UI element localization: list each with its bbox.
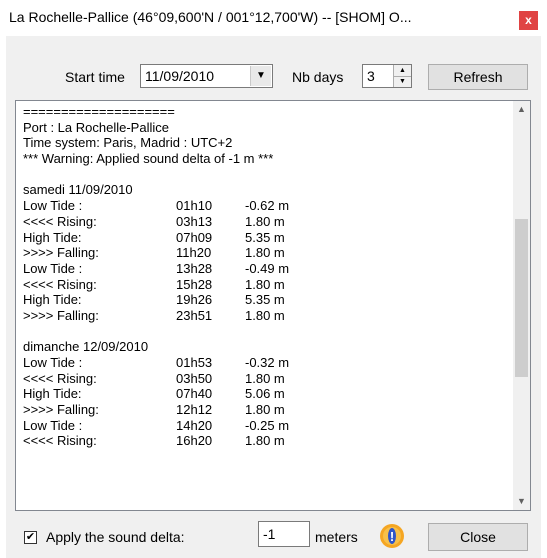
report-cell-b: 03h50 [176,370,213,386]
info-button[interactable]: ! [377,521,407,551]
report-cell-b: 01h10 [176,198,213,214]
report-cell-b: 15h28 [176,276,213,292]
report-line: Low Tide : 13h28 -0.49 m [23,261,509,277]
refresh-button[interactable]: Refresh [428,64,528,90]
report-cell-c: 1.80 m [245,402,285,418]
report-line: >>>> Falling: 12h12 1.80 m [23,402,509,418]
report-cell-b: 07h09 [176,229,213,245]
report-cell-c: 1.80 m [245,307,285,323]
report-cell-a: Low Tide : [23,355,83,370]
report-line: *** Warning: Applied sound delta of -1 m… [23,151,509,167]
report-line: <<<< Rising: 16h20 1.80 m [23,433,509,449]
report-cell-b: 14h20 [176,417,213,433]
report-line: Port : La Rochelle-Pallice [23,120,509,136]
report-cell-a: Time system: Paris, Madrid : UTC+2 [23,135,233,151]
report-cell-a: Low Tide : [23,260,83,276]
report-cell-a: <<<< Rising: [23,213,97,229]
report-cell-a: Port : La Rochelle-Pallice [23,119,169,135]
report-cell-a: >>>> Falling: [23,402,99,418]
report-cell-a: >>>> Falling: [23,307,99,323]
report-cell-a: ==================== [23,104,175,119]
report-cell-a: High Tide: [23,292,82,308]
report-line: <<<< Rising: 15h28 1.80 m [23,277,509,293]
report-line [23,324,509,340]
scroll-down-icon[interactable]: ▼ [513,493,530,510]
nb-days-spinner[interactable]: 3 ▲ ▼ [362,64,412,88]
report-cell-b: 12h12 [176,402,213,418]
report-line: >>>> Falling: 23h51 1.80 m [23,308,509,324]
meters-unit-label: meters [315,529,358,545]
report-cell-c: -0.32 m [245,355,290,370]
report-line: Time system: Paris, Madrid : UTC+2 [23,135,509,151]
report-cell-b: 11h20 [176,245,212,261]
report-line: High Tide: 19h26 5.35 m [23,292,509,308]
report-cell-c: 1.80 m [245,213,285,229]
report-line: samedi 11/09/2010 [23,182,509,198]
report-cell-b: 07h40 [176,386,213,402]
spin-buttons: ▲ ▼ [393,65,411,87]
report-cell-b: 01h53 [176,355,213,370]
apply-delta-checkbox[interactable]: ✔ [24,531,37,544]
tide-report-textarea[interactable]: ==================== Port : La Rochelle-P… [15,100,531,511]
report-line: >>>> Falling: 11h20 1.80 m [23,245,509,261]
report-cell-a: Low Tide : [23,198,83,214]
chevron-down-icon[interactable]: ▼ [250,66,271,86]
report-line [23,167,509,183]
report-line: Low Tide : 01h10 -0.62 m [23,198,509,214]
sound-delta-input[interactable]: -1 [258,521,310,547]
report-cell-a: >>>> Falling: [23,245,99,261]
start-time-combobox[interactable]: 11/09/2010 ▼ [140,64,273,88]
report-cell-b: 23h51 [176,307,213,323]
start-time-value: 11/09/2010 [145,68,215,84]
start-time-label: Start time [65,69,125,85]
report-line: <<<< Rising: 03h50 1.80 m [23,371,509,387]
info-glyph: ! [390,529,394,544]
report-cell-c: 1.80 m [245,433,285,449]
tide-report-lines: ==================== Port : La Rochelle-P… [23,104,509,449]
report-cell-c: 1.80 m [245,276,285,292]
report-cell-b: 19h26 [176,292,213,308]
report-cell-c: 5.35 m [245,292,285,308]
report-cell-c: -0.62 m [245,198,290,214]
report-cell-c: -0.49 m [245,260,290,276]
report-cell-b: 16h20 [176,433,213,449]
report-cell-b: 13h28 [176,260,213,276]
report-cell-c: -0.25 m [245,417,290,433]
report-cell-b: 03h13 [176,213,213,229]
report-cell-a: <<<< Rising: [23,276,97,292]
scroll-up-icon[interactable]: ▲ [513,101,530,118]
report-line: Low Tide : 01h53 -0.32 m [23,355,509,371]
report-cell-a: samedi 11/09/2010 [23,182,133,198]
report-line: <<<< Rising: 03h13 1.80 m [23,214,509,230]
spin-down-icon[interactable]: ▼ [394,76,411,87]
info-icon: ! [380,524,404,548]
report-line: High Tide: 07h40 5.06 m [23,386,509,402]
window-close-button[interactable]: x [519,11,538,30]
report-cell-c: 5.35 m [245,229,285,245]
report-line: ==================== [23,104,509,120]
report-cell-a: <<<< Rising: [23,433,97,449]
report-line: Low Tide : 14h20 -0.25 m [23,418,509,434]
vertical-scrollbar[interactable]: ▲ ▼ [513,101,530,510]
report-line: dimanche 12/09/2010 [23,339,509,355]
checkmark-icon: ✔ [25,531,36,543]
report-cell-a: High Tide: [23,386,82,402]
report-cell-a: *** Warning: Applied sound delta of -1 m… [23,151,274,167]
report-cell-c: 5.06 m [245,386,285,402]
report-cell-a: High Tide: [23,229,82,245]
apply-delta-label: Apply the sound delta: [46,529,185,545]
report-cell-c: 1.80 m [245,370,285,386]
report-cell-a: dimanche 12/09/2010 [23,339,149,355]
close-button[interactable]: Close [428,523,528,551]
report-cell-a: Low Tide : [23,417,83,433]
nb-days-label: Nb days [292,69,344,85]
window-title: La Rochelle-Pallice (46°09,600'N / 001°1… [9,9,412,25]
title-bar: La Rochelle-Pallice (46°09,600'N / 001°1… [0,0,547,36]
report-cell-a: <<<< Rising: [23,370,97,386]
report-cell-c: 1.80 m [245,245,285,261]
sound-delta-value: -1 [263,526,276,542]
report-line: High Tide: 07h09 5.35 m [23,230,509,246]
scroll-thumb[interactable] [515,219,528,377]
nb-days-value: 3 [367,68,375,84]
